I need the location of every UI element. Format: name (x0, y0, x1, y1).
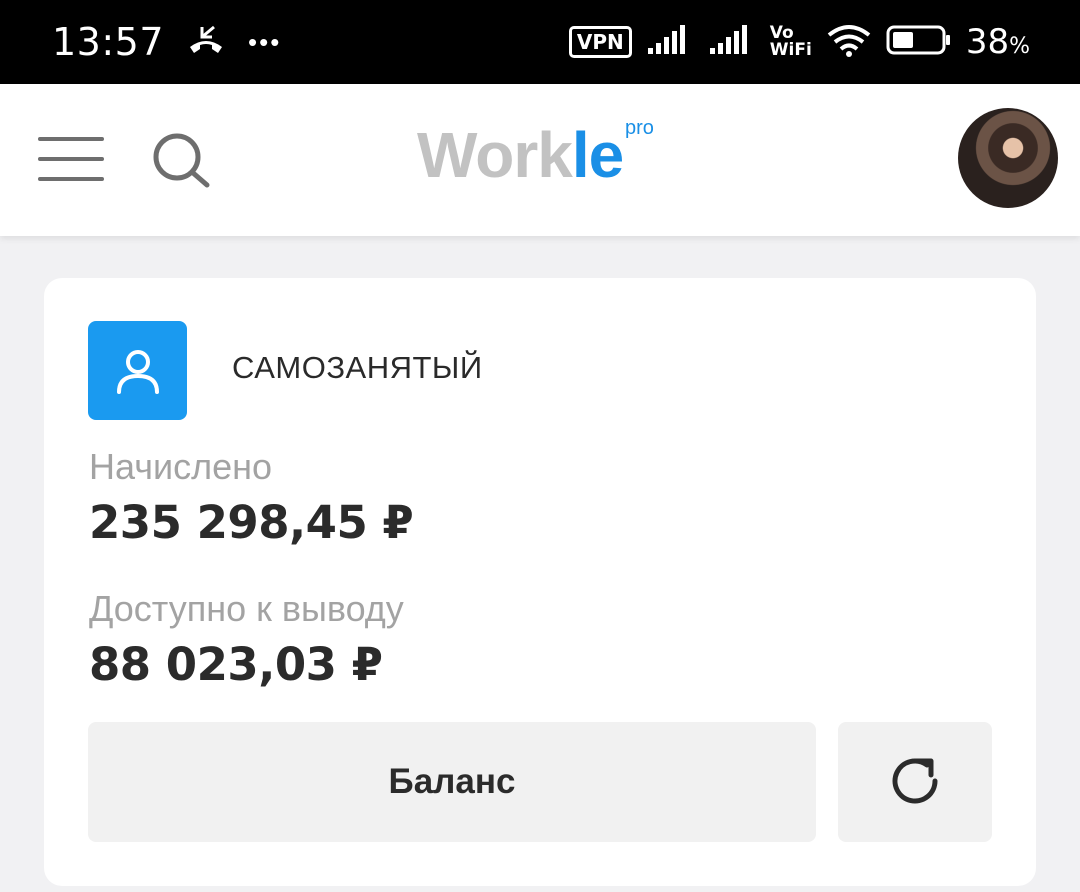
status-bar: 13:57 ••• VPN Vo WiFi 38 % (0, 0, 1080, 84)
available-value: 88 023,03 ₽ (89, 638, 383, 691)
workle-logo[interactable]: Workle pro (417, 118, 654, 190)
status-bar-right: VPN Vo WiFi 38 % (568, 22, 1030, 62)
notification-dots: ••• (248, 26, 282, 57)
signal-icon (646, 24, 694, 61)
refresh-icon (885, 751, 945, 814)
search-icon[interactable] (152, 133, 212, 189)
vowifi-label: Vo WiFi (769, 23, 812, 60)
battery-icon (886, 23, 952, 62)
available-label: Доступно к выводу (89, 588, 404, 629)
hamburger-menu-icon[interactable] (38, 135, 106, 183)
account-type-label: САМОЗАНЯТЫЙ (232, 350, 483, 385)
balance-card: САМОЗАНЯТЫЙ Начислено 235 298,45 ₽ Досту… (44, 278, 1036, 886)
battery-percent: 38% (965, 22, 1030, 62)
vpn-badge: VPN (568, 26, 632, 58)
user-icon (88, 321, 187, 420)
signal-icon (708, 24, 756, 61)
status-bar-left: 13:57 ••• (52, 20, 281, 64)
app-header: Workle pro (0, 84, 1080, 236)
balance-button[interactable]: Баланс (88, 722, 816, 842)
wifi-icon (826, 23, 872, 62)
missed-call-icon (186, 23, 226, 62)
status-time: 13:57 (52, 20, 165, 64)
refresh-button[interactable] (838, 722, 992, 842)
avatar[interactable] (958, 108, 1058, 208)
accrued-value: 235 298,45 ₽ (89, 496, 414, 549)
accrued-label: Начислено (89, 446, 273, 487)
